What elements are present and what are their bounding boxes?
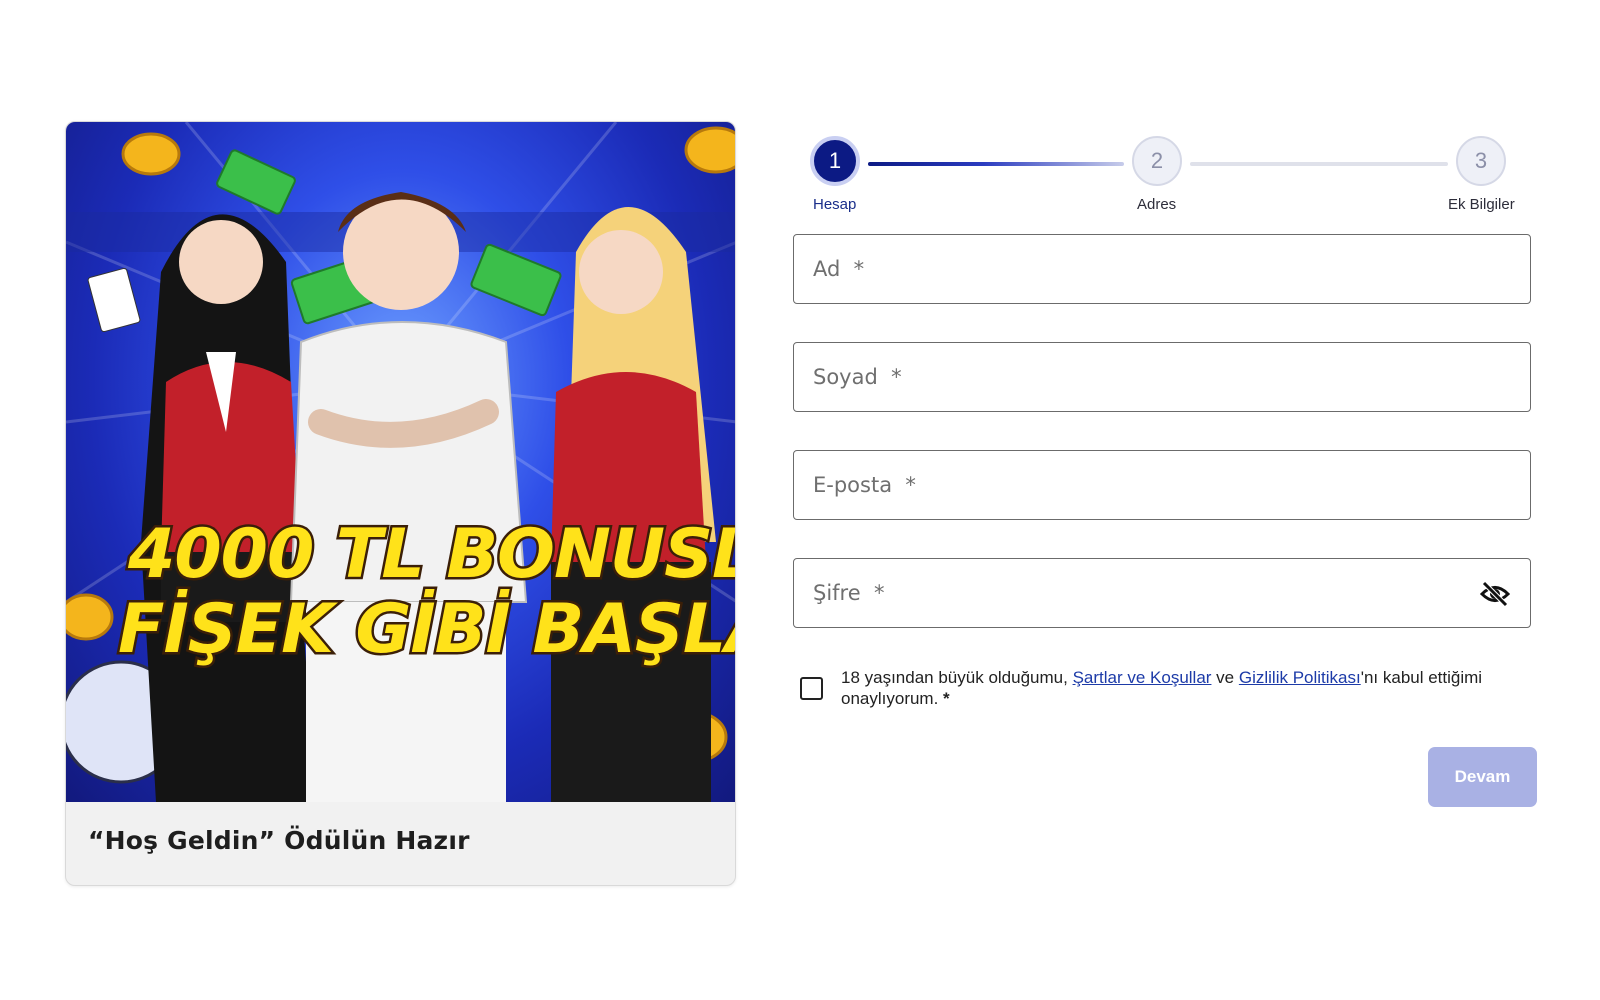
step-1-indicator: 1 (810, 136, 860, 186)
terms-link[interactable]: Şartlar ve Koşullar (1073, 668, 1212, 687)
required-mark: * (943, 689, 950, 708)
promo-headline-line1: 4000 TL BONUSLA (127, 515, 736, 594)
eye-off-icon[interactable] (1479, 580, 1511, 608)
step-2-label: Adres (1137, 196, 1177, 213)
promo-caption: “Hoş Geldin” Ödülün Hazır (88, 826, 470, 855)
promo-headline-line2: FİŞEK GİBİ BAŞLA (118, 589, 736, 669)
coin-icon (66, 593, 114, 641)
step-1-label: Hesap (813, 196, 857, 213)
step-3-indicator: 3 (1456, 136, 1506, 186)
first-name-input[interactable] (794, 235, 1530, 303)
promo-illustration: 4000 TL BONUSLA FİŞEK GİBİ BAŞLA (66, 122, 736, 802)
coin-icon (684, 126, 735, 174)
consent-checkbox[interactable] (800, 677, 823, 700)
step-progress-line-2 (1190, 162, 1448, 166)
last-name-field (793, 342, 1531, 412)
privacy-link[interactable]: Gizlilik Politikası (1239, 668, 1361, 687)
password-input[interactable] (794, 559, 1530, 627)
consent-text-before: 18 yaşından büyük olduğumu, (841, 668, 1073, 687)
step-2-indicator: 2 (1132, 136, 1182, 186)
email-input[interactable] (794, 451, 1530, 519)
continue-button[interactable]: Devam (1428, 747, 1537, 807)
cash-icon (470, 243, 562, 317)
cash-icon (216, 149, 296, 215)
coin-icon (121, 132, 181, 176)
email-field (793, 450, 1531, 520)
consent-text-middle: ve (1211, 668, 1239, 687)
step-3-label: Ek Bilgiler (1448, 196, 1515, 213)
promo-banner-image: 4000 TL BONUSLA FİŞEK GİBİ BAŞLA (66, 122, 736, 802)
password-field (793, 558, 1531, 628)
promo-card: 4000 TL BONUSLA FİŞEK GİBİ BAŞLA “Hoş Ge… (65, 121, 736, 886)
first-name-field (793, 234, 1531, 304)
registration-stepper: 1 2 3 Hesap Adres Ek Bilgiler (810, 136, 1530, 216)
consent-text: 18 yaşından büyük olduğumu, Şartlar ve K… (841, 667, 1501, 709)
last-name-input[interactable] (794, 343, 1530, 411)
step-progress-line-1 (868, 162, 1124, 166)
